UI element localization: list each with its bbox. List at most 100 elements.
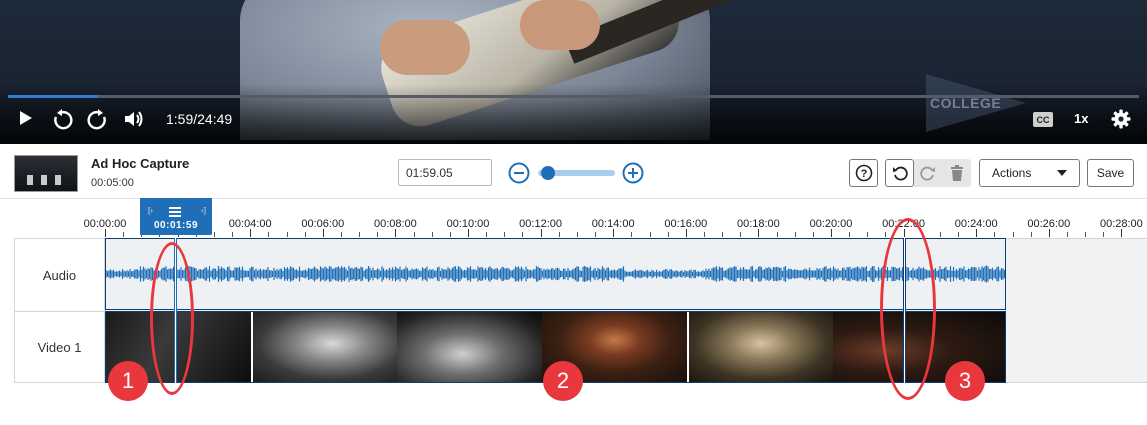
ruler-minor-tick (885, 232, 887, 237)
ruler-minor-tick (1012, 232, 1014, 237)
ruler-minor-tick (1085, 232, 1087, 237)
ruler-minor-tick (486, 232, 488, 237)
ruler-major-tick (831, 229, 832, 237)
rewind-icon (54, 109, 73, 130)
ruler-minor-tick (595, 232, 597, 237)
playhead-handle[interactable]: [› ‹] 00:01:59 (140, 198, 212, 235)
audio-track[interactable] (105, 238, 1006, 310)
ruler-minor-tick (867, 232, 869, 237)
audio-waveform (106, 265, 1005, 283)
clip-title: Ad Hoc Capture (91, 156, 190, 171)
callout-badge-3: 3 (945, 361, 985, 401)
clip-duration: 00:05:00 (91, 177, 134, 189)
captions-button[interactable]: CC (1033, 112, 1053, 127)
ruler-minor-tick (431, 232, 433, 237)
ruler-minor-tick (722, 232, 724, 237)
ruler-major-tick (613, 229, 615, 237)
ruler-major-tick (540, 229, 542, 237)
timeline-ruler[interactable]: 00:00:0000:02:0000:04:0000:06:0000:08:00… (84, 218, 1147, 238)
redo-button[interactable] (914, 159, 942, 187)
track-labels: Audio Video 1 (14, 238, 105, 383)
ruler-minor-tick (377, 232, 379, 237)
redo-icon (920, 166, 935, 181)
callout-ellipse-1 (150, 242, 194, 395)
ruler-minor-tick (740, 232, 742, 237)
zoom-in-button[interactable] (622, 162, 644, 184)
progress-bar[interactable] (8, 95, 1139, 98)
ruler-minor-tick (812, 232, 814, 237)
video-player[interactable]: COLLEGE 1:59/24:49 CC 1x (0, 0, 1147, 144)
ruler-minor-tick (504, 232, 506, 237)
ruler-major-tick (105, 229, 106, 237)
ruler-minor-tick (304, 232, 306, 237)
svg-text:?: ? (860, 168, 867, 180)
ruler-major-tick (685, 229, 687, 237)
ruler-major-tick (758, 229, 760, 237)
playhead-time: 00:01:59 (153, 220, 199, 231)
ruler-minor-tick (776, 232, 778, 237)
ruler-minor-tick (359, 232, 361, 237)
ruler-major-tick (250, 229, 252, 237)
callout-ellipse-3 (880, 218, 936, 400)
ruler-major-tick (395, 229, 397, 237)
undo-icon (892, 166, 908, 181)
ruler-minor-tick (667, 232, 669, 237)
minus-circle-icon (508, 162, 530, 184)
save-button[interactable]: Save (1087, 159, 1134, 187)
ruler-minor-tick (522, 232, 524, 237)
progress-fill (8, 95, 99, 98)
ruler-minor-tick (558, 232, 560, 237)
ruler-major-tick (1048, 229, 1050, 237)
volume-icon (125, 111, 143, 127)
ruler-minor-tick (340, 232, 342, 237)
play-button[interactable] (16, 108, 34, 128)
undo-button[interactable] (885, 159, 914, 187)
editor-toolbar: Ad Hoc Capture 00:05:00 ? (0, 144, 1147, 199)
time-readout: 1:59/24:49 (166, 111, 233, 127)
callout-badge-1: 1 (108, 361, 148, 401)
ruler-minor-tick (958, 232, 960, 237)
trash-icon (950, 165, 963, 181)
rewind-button[interactable] (50, 108, 74, 132)
ruler-major-tick (468, 229, 469, 237)
delete-button[interactable] (942, 159, 971, 187)
ruler-minor-tick (631, 232, 633, 237)
set-out-icon[interactable]: ‹] (201, 206, 206, 215)
settings-button[interactable] (1111, 109, 1131, 129)
actions-label: Actions (992, 166, 1032, 180)
callout-badge-2: 2 (543, 361, 583, 401)
ruler-minor-tick (794, 232, 796, 237)
caret-down-icon (1057, 170, 1067, 176)
time-input[interactable] (398, 159, 492, 186)
ruler-minor-tick (413, 232, 415, 237)
ruler-minor-tick (939, 232, 941, 237)
drag-handle-icon (169, 207, 181, 217)
playback-speed-button[interactable]: 1x (1074, 111, 1088, 126)
ruler-minor-tick (268, 232, 270, 237)
ruler-minor-tick (1103, 232, 1105, 237)
ruler-minor-tick (232, 232, 234, 237)
forward-button[interactable] (86, 108, 110, 132)
help-button[interactable]: ? (849, 159, 878, 187)
gear-icon (1111, 109, 1131, 129)
forward-icon (87, 109, 106, 130)
set-in-icon[interactable]: [› (148, 206, 153, 215)
video-thumbnail (689, 312, 833, 382)
ruler-minor-tick (286, 232, 288, 237)
volume-button[interactable] (123, 108, 145, 130)
track-label-video: Video 1 (37, 339, 82, 355)
ruler-minor-tick (1066, 232, 1068, 237)
zoom-slider-thumb[interactable] (540, 166, 555, 180)
track-label-audio: Audio (15, 239, 104, 312)
actions-dropdown[interactable]: Actions (979, 159, 1080, 187)
play-icon (20, 111, 32, 125)
ruler-minor-tick (849, 232, 851, 237)
ruler-minor-tick (213, 232, 215, 237)
video-thumbnail (397, 312, 542, 382)
ruler-minor-tick (994, 232, 996, 237)
ruler-minor-tick (576, 232, 578, 237)
ruler-minor-tick (123, 232, 125, 237)
ruler-major-tick (322, 229, 324, 237)
zoom-out-button[interactable] (508, 162, 530, 184)
ruler-minor-tick (649, 232, 651, 237)
